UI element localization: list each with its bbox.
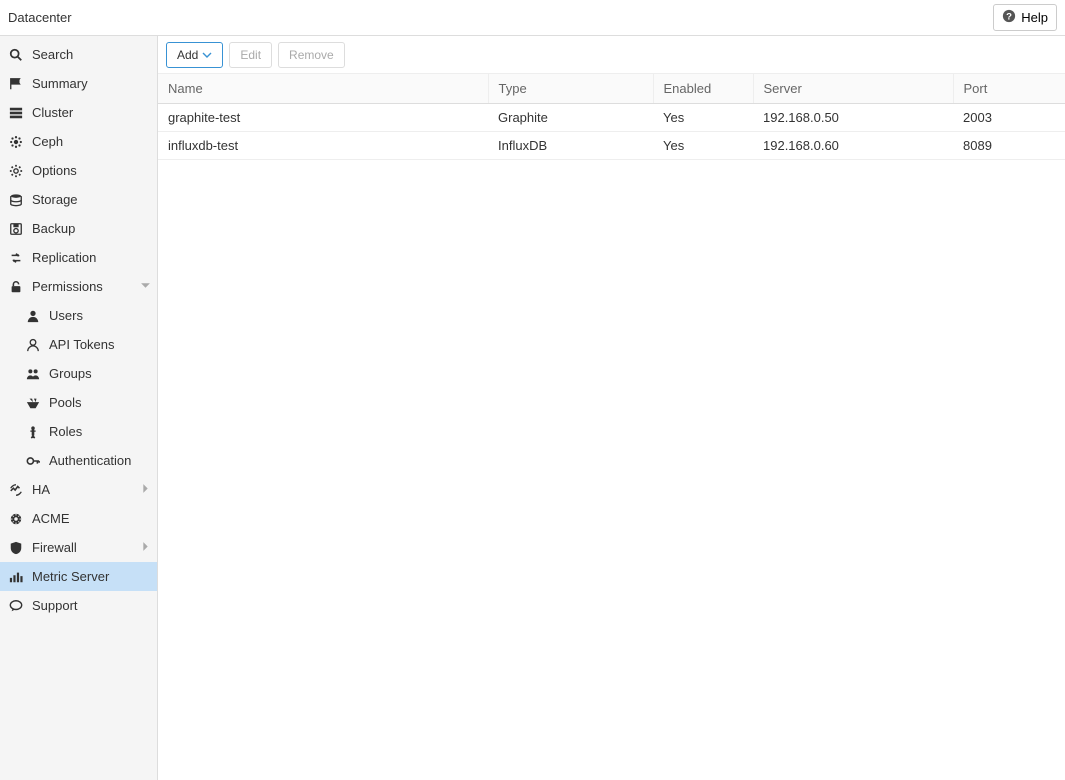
sidebar-item-ceph[interactable]: Ceph — [0, 127, 157, 156]
sidebar-item-search[interactable]: Search — [0, 40, 157, 69]
sidebar-item-summary[interactable]: Summary — [0, 69, 157, 98]
sidebar-item-label: Options — [32, 163, 77, 178]
sidebar-item-storage[interactable]: Storage — [0, 185, 157, 214]
sidebar-item-label: Backup — [32, 221, 75, 236]
table-row[interactable]: influxdb-testInfluxDBYes192.168.0.608089 — [158, 132, 1065, 160]
sidebar-item-label: Summary — [32, 76, 88, 91]
edit-button[interactable]: Edit — [229, 42, 272, 68]
main-panel: Add Edit Remove Name Type Enabled Server — [158, 36, 1065, 780]
cell-port: 8089 — [953, 132, 1065, 160]
sidebar-item-replication[interactable]: Replication — [0, 243, 157, 272]
sidebar-item-label: Ceph — [32, 134, 63, 149]
column-header-enabled[interactable]: Enabled — [653, 74, 753, 104]
options-icon — [8, 163, 24, 179]
support-icon — [8, 598, 24, 614]
sidebar-item-label: Roles — [49, 424, 82, 439]
page-title: Datacenter — [8, 10, 72, 25]
column-header-port[interactable]: Port — [953, 74, 1065, 104]
sidebar-item-label: Pools — [49, 395, 82, 410]
backup-icon — [8, 221, 24, 237]
sidebar-item-cluster[interactable]: Cluster — [0, 98, 157, 127]
authentication-icon — [25, 453, 41, 469]
firewall-icon — [8, 540, 24, 556]
ceph-icon — [8, 134, 24, 150]
sidebar-item-pools[interactable]: Pools — [0, 388, 157, 417]
cell-name: graphite-test — [158, 104, 488, 132]
replication-icon — [8, 250, 24, 266]
sidebar-item-backup[interactable]: Backup — [0, 214, 157, 243]
users-icon — [25, 308, 41, 324]
cell-port: 2003 — [953, 104, 1065, 132]
cluster-icon — [8, 105, 24, 121]
svg-text:?: ? — [1006, 12, 1012, 23]
chevron-down-icon — [202, 50, 212, 60]
sidebar-item-authentication[interactable]: Authentication — [0, 446, 157, 475]
api-tokens-icon — [25, 337, 41, 353]
sidebar-item-label: HA — [32, 482, 50, 497]
sidebar-item-label: Users — [49, 308, 83, 323]
help-icon: ? — [1002, 9, 1016, 26]
cell-enabled: Yes — [653, 104, 753, 132]
sidebar-item-label: Firewall — [32, 540, 77, 555]
search-icon — [8, 47, 24, 63]
sidebar: Search Summary Cluster Ceph Options Storage Ba… — [0, 36, 158, 780]
cell-type: InfluxDB — [488, 132, 653, 160]
sidebar-item-api-tokens[interactable]: API Tokens — [0, 330, 157, 359]
sidebar-item-support[interactable]: Support — [0, 591, 157, 620]
sidebar-item-users[interactable]: Users — [0, 301, 157, 330]
roles-icon — [25, 424, 41, 440]
sidebar-item-label: Permissions — [32, 279, 103, 294]
sidebar-item-label: API Tokens — [49, 337, 115, 352]
sidebar-item-acme[interactable]: ACME — [0, 504, 157, 533]
chevron-right-icon — [140, 540, 151, 555]
groups-icon — [25, 366, 41, 382]
metric-server-table: Name Type Enabled Server Port graphite-t… — [158, 74, 1065, 160]
edit-label: Edit — [240, 48, 261, 62]
sidebar-item-permissions[interactable]: Permissions — [0, 272, 157, 301]
sidebar-item-label: Storage — [32, 192, 78, 207]
sidebar-item-label: Support — [32, 598, 78, 613]
sidebar-item-ha[interactable]: HA — [0, 475, 157, 504]
sidebar-item-metric-server[interactable]: Metric Server — [0, 562, 157, 591]
sidebar-item-firewall[interactable]: Firewall — [0, 533, 157, 562]
storage-icon — [8, 192, 24, 208]
summary-icon — [8, 76, 24, 92]
sidebar-item-label: Search — [32, 47, 73, 62]
sidebar-item-label: Replication — [32, 250, 96, 265]
permissions-icon — [8, 279, 24, 295]
add-button[interactable]: Add — [166, 42, 223, 68]
table-header-row: Name Type Enabled Server Port — [158, 74, 1065, 104]
cell-server: 192.168.0.50 — [753, 104, 953, 132]
ha-icon — [8, 482, 24, 498]
pools-icon — [25, 395, 41, 411]
remove-button[interactable]: Remove — [278, 42, 345, 68]
acme-icon — [8, 511, 24, 527]
sidebar-item-label: Cluster — [32, 105, 73, 120]
chevron-down-icon — [140, 279, 151, 294]
chevron-right-icon — [140, 482, 151, 497]
metric-server-icon — [8, 569, 24, 585]
sidebar-item-label: Authentication — [49, 453, 131, 468]
cell-server: 192.168.0.60 — [753, 132, 953, 160]
cell-type: Graphite — [488, 104, 653, 132]
help-label: Help — [1021, 10, 1048, 25]
add-label: Add — [177, 48, 198, 62]
sidebar-item-groups[interactable]: Groups — [0, 359, 157, 388]
column-header-name[interactable]: Name — [158, 74, 488, 104]
cell-enabled: Yes — [653, 132, 753, 160]
sidebar-item-label: ACME — [32, 511, 70, 526]
column-header-server[interactable]: Server — [753, 74, 953, 104]
toolbar: Add Edit Remove — [158, 36, 1065, 74]
help-button[interactable]: ? Help — [993, 4, 1057, 31]
sidebar-item-label: Metric Server — [32, 569, 109, 584]
column-header-type[interactable]: Type — [488, 74, 653, 104]
cell-name: influxdb-test — [158, 132, 488, 160]
header: Datacenter ? Help — [0, 0, 1065, 36]
sidebar-item-label: Groups — [49, 366, 92, 381]
sidebar-item-roles[interactable]: Roles — [0, 417, 157, 446]
sidebar-item-options[interactable]: Options — [0, 156, 157, 185]
remove-label: Remove — [289, 48, 334, 62]
table-row[interactable]: graphite-testGraphiteYes192.168.0.502003 — [158, 104, 1065, 132]
